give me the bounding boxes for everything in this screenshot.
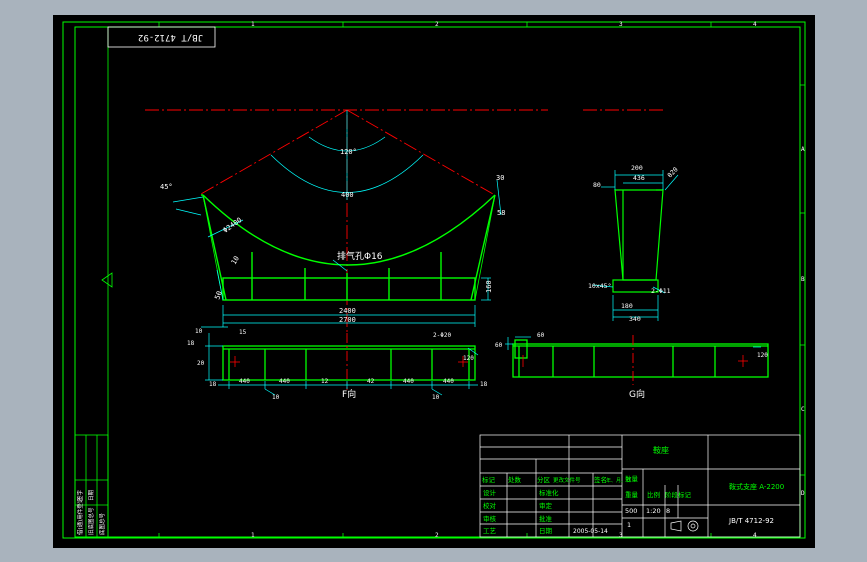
drawing-canvas[interactable]: 1 2 3 4 1 2 3 4 A B C D JB/T 4712-92 120… xyxy=(53,15,815,548)
f-bottom-5: 42 xyxy=(367,378,375,385)
f-bottom-7: 440 xyxy=(443,378,454,385)
tb-header-4: 更改文件号 xyxy=(553,476,581,484)
f-bottom-sub-1: 10 xyxy=(272,394,280,401)
tb-row-design: 设计 xyxy=(483,488,497,497)
tb-scale-label: 比例 xyxy=(647,490,660,499)
saddle-outline xyxy=(201,194,496,301)
tb-header-1: 标记 xyxy=(482,475,496,484)
g-view-right: 120 xyxy=(757,352,768,359)
tb-row-date: 日期 xyxy=(539,527,553,535)
cad-drawing: 1 2 3 4 1 2 3 4 A B C D JB/T 4712-92 120… xyxy=(62,21,806,539)
dim-slant: 10 xyxy=(230,255,241,266)
hole-note: 排气孔Φ16 xyxy=(337,250,383,262)
f-bottom-1: 18 xyxy=(209,381,217,388)
tb-stage: 阶段标记 xyxy=(665,490,692,499)
rib-top: 200 xyxy=(631,164,643,172)
projection-symbol-icon xyxy=(670,520,699,532)
top-zone-4: 4 xyxy=(753,21,757,28)
tb-date: 2005-05-14 xyxy=(573,528,608,535)
f-bottom-sub-2: 10 xyxy=(432,394,440,401)
tb-drawing-name: 鞍座 xyxy=(653,445,669,455)
f-left-1: 10 xyxy=(195,328,203,335)
rib-detail xyxy=(612,189,664,293)
outer-frame xyxy=(62,21,806,539)
tb-row-process: 工艺 xyxy=(483,527,497,535)
tb-sheet-b: 8 xyxy=(666,507,670,515)
f-right: 120 xyxy=(463,355,474,362)
tb-row-check: 校对 xyxy=(483,501,497,510)
bottom-zone-4: 4 xyxy=(753,532,757,539)
g-view-left: 60 xyxy=(495,342,503,349)
rib-bottom2: 340 xyxy=(629,315,641,323)
g-view-label: G向 xyxy=(629,388,645,400)
bottom-zone-2: 2 xyxy=(435,532,439,539)
binding-margin xyxy=(107,26,801,538)
f-holes-note: 2-Φ20 xyxy=(433,332,451,339)
dim-height-right: 160 xyxy=(485,280,493,293)
side-strip-3: 底图总号 xyxy=(98,512,106,535)
dim-bevel: 45° xyxy=(160,183,173,191)
tb-weight-value: 500 xyxy=(625,507,637,515)
rib-bottom1: 180 xyxy=(621,302,633,310)
tb-row-review: 审核 xyxy=(483,514,497,523)
inner-frame xyxy=(74,26,801,538)
right-zone-b: B xyxy=(801,276,805,283)
f-bottom-6: 440 xyxy=(403,378,414,385)
tb-code: JB/T 4712-92 xyxy=(728,517,774,525)
f-top-left: 15 xyxy=(239,329,247,336)
tb-part-title: 鞍式支座 A-2200 xyxy=(729,482,784,491)
tb-qty-label: 数量 xyxy=(625,474,639,483)
dim-base-left: 50 xyxy=(213,290,223,301)
g-view-top: 60 xyxy=(537,332,545,339)
code-box-text: JB/T 4712-92 xyxy=(138,32,203,42)
rib-chamfer: 10x45° xyxy=(588,282,611,290)
f-bottom-2: 440 xyxy=(239,378,250,385)
rib-top-left: 80 xyxy=(593,181,601,189)
side-strip-1: 借(通)用件登记 xyxy=(76,497,84,535)
tb-sheet-a: 1 xyxy=(627,521,631,529)
rib-dimensions xyxy=(592,170,679,321)
dim-r400: 400 xyxy=(341,191,354,199)
dim-span-outer: 2700 xyxy=(339,316,356,324)
side-strip-2: 旧底图总号 xyxy=(87,507,95,535)
dim-angle: 120° xyxy=(340,148,357,156)
tb-row-final: 审定 xyxy=(539,501,553,510)
dim-right-side: 58 xyxy=(497,209,505,217)
tb-weight-label: 重量 xyxy=(625,491,639,499)
top-zone-2: 2 xyxy=(435,21,439,28)
dim-top-right: 30 xyxy=(496,174,504,182)
tb-row-approve: 批准 xyxy=(539,514,553,523)
f-bottom-8: 18 xyxy=(480,381,488,388)
tb-row-std: 标准化 xyxy=(539,488,559,497)
dim-span-inner: 2400 xyxy=(339,307,356,315)
center-mark-left xyxy=(101,272,113,288)
top-zone-3: 3 xyxy=(619,21,623,28)
g-view xyxy=(512,339,769,378)
side-strip-4: 签字 xyxy=(76,489,84,501)
top-zone-1: 1 xyxy=(251,21,255,28)
f-bottom-3: 440 xyxy=(279,378,290,385)
rib-top2: 436 xyxy=(633,174,645,182)
f-view xyxy=(222,345,476,381)
side-strip-5: 日期 xyxy=(88,489,95,501)
g-view-holes xyxy=(522,355,748,367)
rib-angle: θ20 xyxy=(666,165,680,179)
f-left-2: 18 xyxy=(187,340,195,347)
f-left-3: 20 xyxy=(197,360,205,367)
bottom-zone-3: 3 xyxy=(619,532,623,539)
tb-scale-value: 1:20 xyxy=(646,507,661,515)
right-zone-d: D xyxy=(801,490,805,497)
right-zone-c: C xyxy=(801,406,805,413)
dim-arc-radius: Φ2400 xyxy=(222,216,244,235)
tb-header-3: 分区 xyxy=(537,475,551,484)
bottom-zone-1: 1 xyxy=(251,532,255,539)
f-bottom-4: 12 xyxy=(321,378,329,385)
right-zone-a: A xyxy=(801,146,805,153)
f-view-label: F向 xyxy=(342,388,356,400)
rib-hole: 2-Φ11 xyxy=(651,287,671,295)
tb-header-2: 处数 xyxy=(508,475,522,484)
